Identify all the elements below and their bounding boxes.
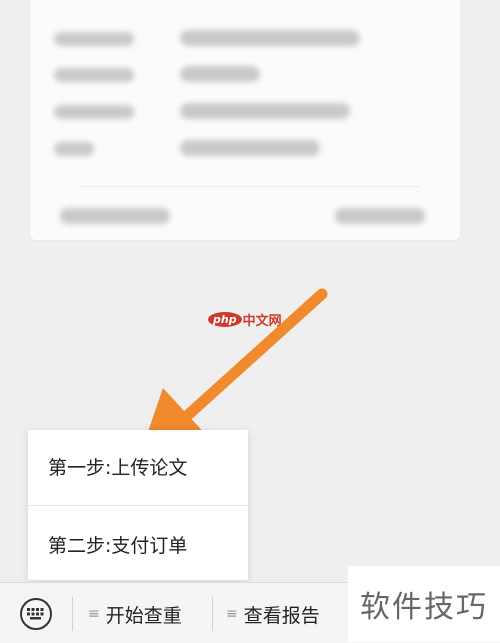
- tab-view-report[interactable]: ≡ 查看报告: [226, 599, 320, 629]
- menu-divider: [28, 505, 248, 506]
- tab-start-check[interactable]: ≡ 开始查重: [88, 599, 182, 629]
- bar-divider: [212, 597, 213, 631]
- tab-view-report-label: 查看报告: [243, 604, 320, 627]
- menu-icon: ≡: [226, 606, 238, 622]
- popup-menu: 第一步:上传论文 第二步:支付订单: [28, 430, 248, 580]
- brand-watermark: 软件技巧: [348, 566, 500, 642]
- brand-watermark-text: 软件技巧: [360, 590, 488, 625]
- menu-item-upload-paper[interactable]: 第一步:上传论文: [28, 430, 248, 502]
- tab-start-check-label: 开始查重: [105, 604, 182, 627]
- menu-icon: ≡: [88, 606, 100, 622]
- bar-divider: [72, 597, 73, 631]
- menu-item-pay-order[interactable]: 第二步:支付订单: [28, 508, 248, 580]
- keyboard-icon[interactable]: [20, 598, 52, 630]
